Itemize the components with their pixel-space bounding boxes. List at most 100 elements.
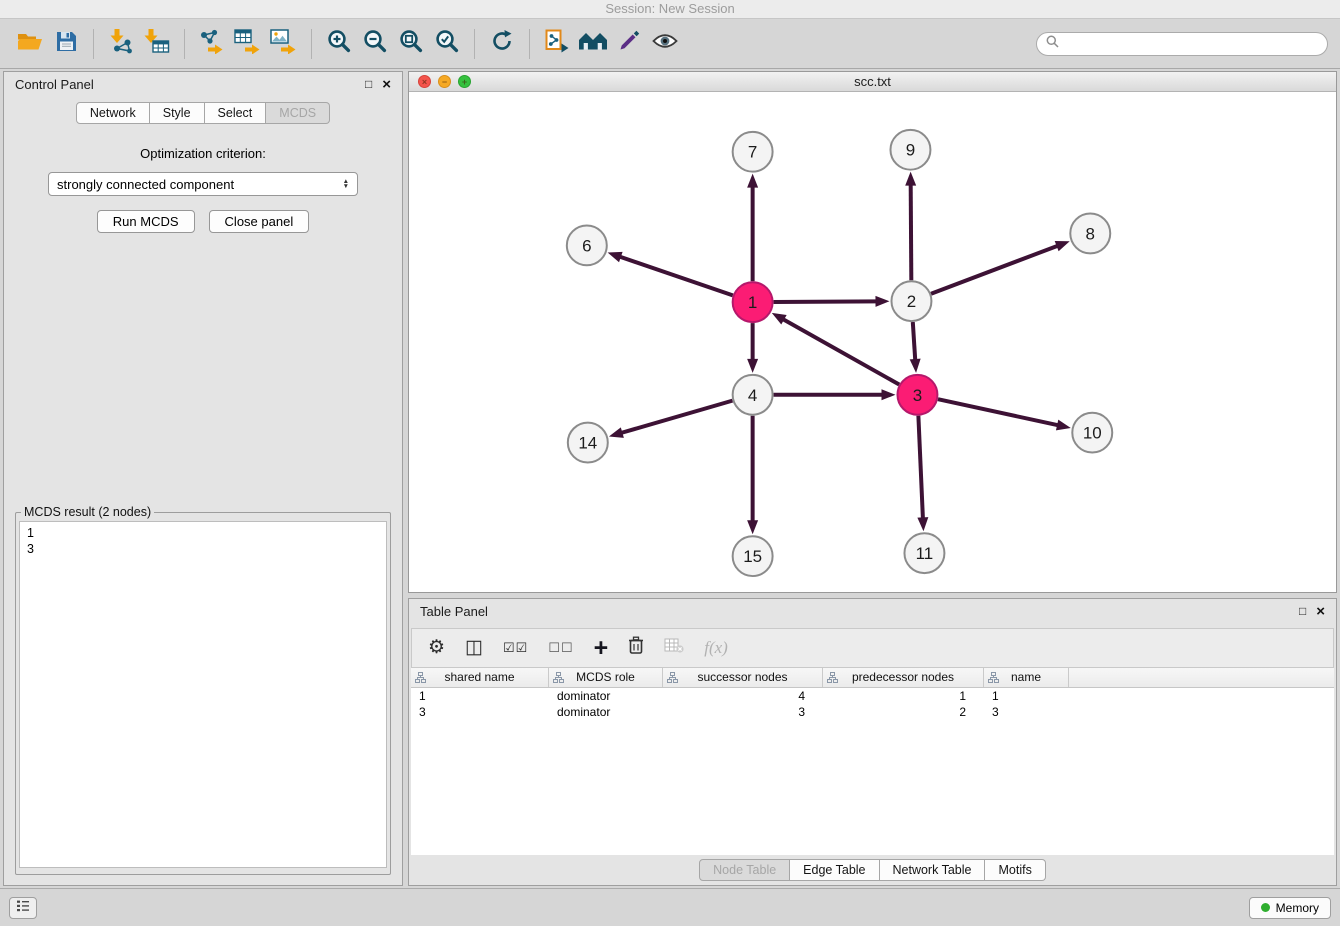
export-image-button[interactable] [266,27,302,61]
table-cell: dominator [549,688,663,704]
import-network-button[interactable] [103,27,139,61]
select-all-button[interactable]: ☑☑ [503,638,528,658]
zoom-in-button[interactable] [321,27,357,61]
zoom-fit-button[interactable] [393,27,429,61]
dropdown-selected-value: strongly connected component [57,177,234,192]
add-column-button[interactable]: + [594,638,609,658]
table-settings-button[interactable]: ⚙ [428,638,445,658]
refresh-view-button[interactable] [484,27,520,61]
column-header-mcds-role[interactable]: MCDS role [549,668,663,687]
list-icon [16,899,30,917]
search-icon [1046,35,1059,53]
graph-node-11[interactable]: 11 [904,533,944,573]
table-row[interactable]: 1dominator411 [411,688,1334,704]
home-views-button[interactable] [575,27,611,61]
import-table-button[interactable] [139,27,175,61]
delete-column-button[interactable] [628,636,644,660]
graph-edge[interactable] [911,184,912,281]
export-network-button[interactable] [194,27,230,61]
zoom-region-button[interactable] [429,27,465,61]
column-header-predecessor-nodes[interactable]: predecessor nodes [823,668,984,687]
node-table: shared nameMCDS rolesuccessor nodesprede… [411,668,1334,855]
graph-edge[interactable] [913,322,915,361]
tab-network[interactable]: Network [76,102,150,124]
graph-node-8[interactable]: 8 [1070,214,1110,254]
network-canvas[interactable]: 7 9 6 8 1 2 4 3 14 10 15 11 [409,92,1336,592]
network-view-window: × − + scc.txt 7968124314101511 [408,71,1337,593]
deselect-all-button[interactable]: ☐☐ [548,638,573,658]
graph-node-10[interactable]: 10 [1072,413,1112,453]
show-columns-button[interactable]: ◫ [465,638,483,658]
graph-node-6[interactable]: 6 [567,225,607,265]
tab-style[interactable]: Style [150,102,205,124]
split-column-icon: ◫ [465,638,483,658]
float-window-icon[interactable]: □ [365,78,372,90]
tab-select[interactable]: Select [205,102,267,124]
graph-node-7[interactable]: 7 [733,132,773,172]
optimization-criterion-select[interactable]: strongly connected component ▲ ▼ [48,172,358,196]
clone-network-button[interactable] [539,27,575,61]
graph-edge[interactable] [620,401,732,434]
close-window-icon[interactable]: × [418,75,431,88]
tab-motifs[interactable]: Motifs [985,859,1045,881]
graph-node-3[interactable]: 3 [897,375,937,415]
graph-edge[interactable] [931,245,1058,293]
graph-edge[interactable] [774,301,878,302]
graph-node-9[interactable]: 9 [890,130,930,170]
minimize-window-icon[interactable]: − [438,75,451,88]
refresh-icon [490,29,514,58]
optimization-criterion-label: Optimization criterion: [140,146,266,161]
maximize-window-icon[interactable]: + [458,75,471,88]
eye-icon [652,32,678,55]
float-window-icon[interactable]: □ [1299,605,1306,617]
style-pen-icon [617,29,641,58]
zoom-out-button[interactable] [357,27,393,61]
window-title: Session: New Session [605,1,734,16]
graph-node-1[interactable]: 1 [733,282,773,322]
function-builder-button[interactable]: f(x) [704,638,728,658]
ui-settings-button[interactable] [9,897,37,919]
export-network-icon [198,28,226,59]
select-all-icon: ☑☑ [503,638,528,658]
zoom-out-icon [363,29,387,58]
toolbar-separator [311,29,312,59]
run-mcds-button[interactable]: Run MCDS [97,210,195,233]
column-header-name[interactable]: name [984,668,1069,687]
graph-node-14[interactable]: 14 [568,423,608,463]
open-session-button[interactable] [12,27,48,61]
graph-node-4[interactable]: 4 [733,375,773,415]
save-session-button[interactable] [48,27,84,61]
show-hide-button[interactable] [647,27,683,61]
search-box[interactable] [1036,32,1328,56]
toolbar-separator [184,29,185,59]
graph-node-label: 2 [907,292,916,311]
memory-button[interactable]: Memory [1249,897,1331,919]
search-input[interactable] [1064,36,1318,51]
graph-node-label: 9 [906,141,915,160]
tab-mcds[interactable]: MCDS [266,102,330,124]
status-bar: Memory [0,888,1340,926]
graph-node-2[interactable]: 2 [891,281,931,321]
graph-edge[interactable] [782,319,899,385]
graph-edge[interactable] [938,399,1059,425]
close-panel-icon[interactable]: × [1316,605,1325,618]
network-graph: 7 9 6 8 1 2 4 3 14 10 15 11 [409,92,1336,592]
graph-edge[interactable] [918,416,923,520]
column-header-shared-name[interactable]: shared name [411,668,549,687]
column-header-successor-nodes[interactable]: successor nodes [663,668,823,687]
close-panel-button[interactable]: Close panel [209,210,310,233]
export-table-button[interactable] [230,27,266,61]
window-titlebar: Session: New Session [0,0,1340,19]
graph-edge[interactable] [619,256,733,295]
graph-edge-arrowhead [747,520,758,534]
tab-edge-table[interactable]: Edge Table [790,859,879,881]
tab-node-table[interactable]: Node Table [699,859,790,881]
tab-network-table[interactable]: Network Table [880,859,986,881]
control-panel-titlebar: Control Panel □ × [4,72,402,96]
table-cell: 3 [411,704,549,720]
style-pen-button[interactable] [611,27,647,61]
delete-table-button[interactable] [664,638,684,659]
graph-node-15[interactable]: 15 [733,536,773,576]
close-panel-icon[interactable]: × [382,78,391,91]
table-row[interactable]: 3dominator323 [411,704,1334,720]
